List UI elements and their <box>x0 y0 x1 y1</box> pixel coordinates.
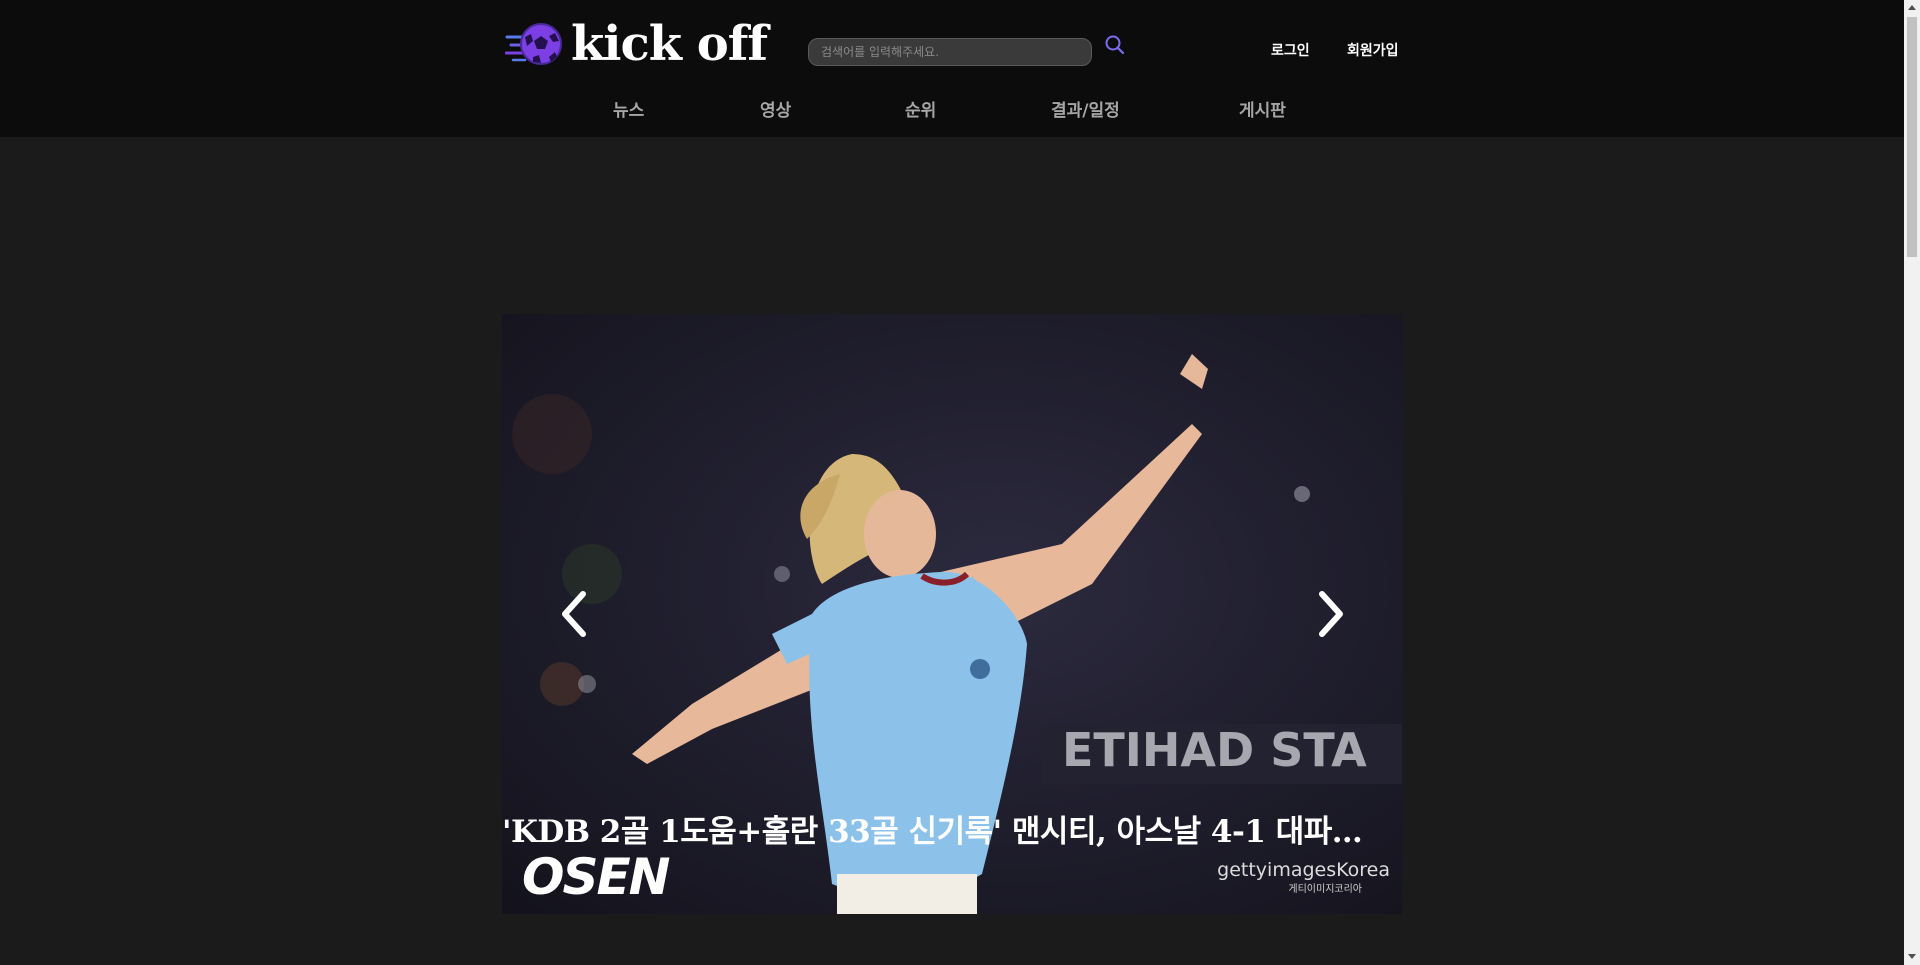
page-scrollbar[interactable] <box>1904 0 1920 965</box>
watermark-osen: OSEN <box>522 848 670 906</box>
scroll-down-icon[interactable] <box>1908 954 1916 959</box>
nav-item-standings[interactable]: 순위 <box>905 96 936 121</box>
scroll-up-icon[interactable] <box>1908 5 1916 10</box>
nav-item-board[interactable]: 게시판 <box>1239 96 1286 121</box>
carousel-title[interactable]: 'KDB 2골 1도움+홀란 33골 신기록' 맨시티, 아스날 4-1 대파하… <box>502 806 1372 851</box>
search-icon[interactable] <box>1103 34 1125 56</box>
logo-text: kick off <box>571 16 768 72</box>
login-link[interactable]: 로그인 <box>1271 40 1310 60</box>
nav-item-results[interactable]: 결과/일정 <box>1051 96 1120 121</box>
stadium-sign-text: ETIHAD STA <box>1062 723 1367 777</box>
scroll-thumb[interactable] <box>1907 17 1917 257</box>
nav-item-news[interactable]: 뉴스 <box>613 96 644 121</box>
chevron-left-icon[interactable] <box>555 588 595 640</box>
search-input[interactable] <box>808 38 1092 66</box>
site-header: kick off 로그인 회원가입 뉴스 영상 순위 결과/일정 게시판 <box>0 0 1904 137</box>
nav-item-video[interactable]: 영상 <box>760 96 791 121</box>
main-nav: 뉴스 영상 순위 결과/일정 게시판 <box>0 96 1904 121</box>
search-bar <box>808 38 1092 66</box>
soccer-ball-logo-icon <box>505 23 562 65</box>
watermark-getty: gettyimagesKorea <box>1217 859 1390 881</box>
watermark-getty-sub: 게티이미지코리아 <box>1288 883 1362 895</box>
chevron-right-icon[interactable] <box>1310 588 1350 640</box>
logo[interactable]: kick off <box>505 16 768 72</box>
signup-link[interactable]: 회원가입 <box>1347 40 1399 60</box>
